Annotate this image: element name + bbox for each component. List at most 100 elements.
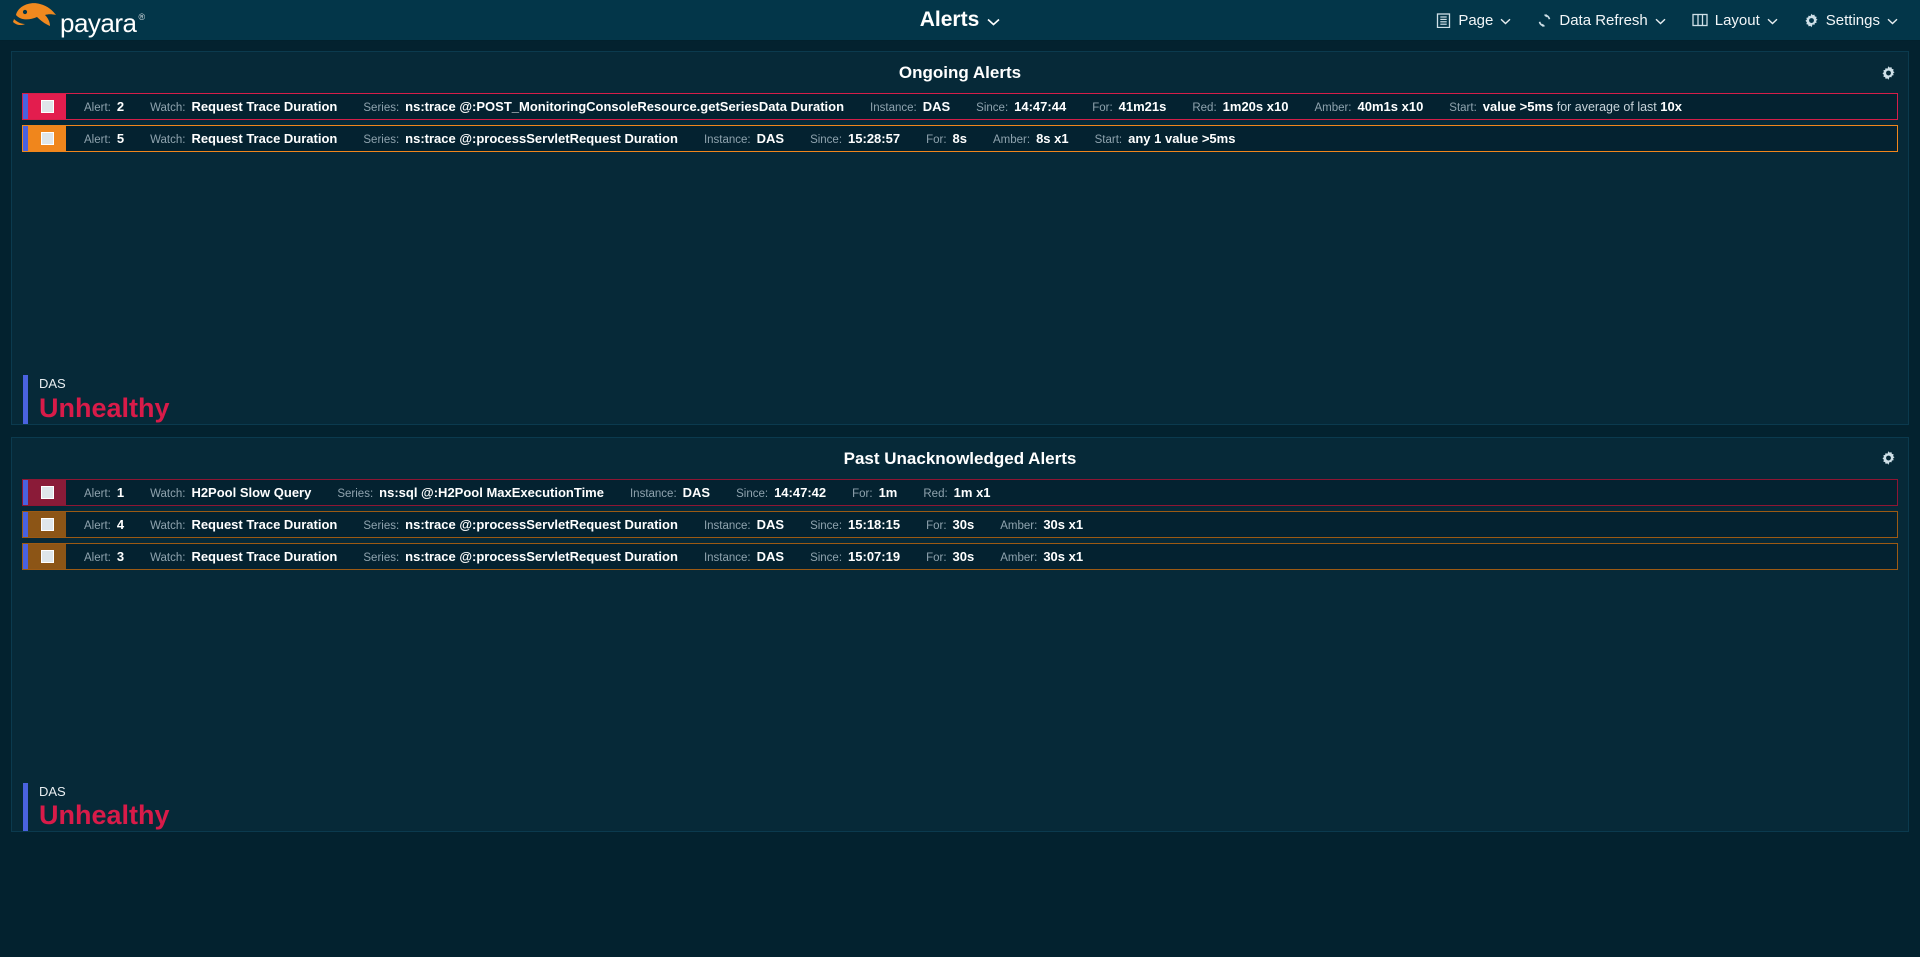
field-label: Watch: [150, 487, 186, 500]
acknowledge-checkbox[interactable] [40, 100, 54, 113]
field-value: 1m20s x10 [1222, 99, 1289, 114]
field-since: Since: 14:47:44 [976, 99, 1066, 114]
field-value: ns:trace @:processServletRequest Duratio… [405, 548, 678, 564]
acknowledge-checkbox[interactable] [40, 132, 54, 145]
field-value: ns:trace @:POST_MonitoringConsoleResourc… [405, 99, 845, 114]
field-instance: Instance: DAS [630, 485, 710, 500]
field-label: Alert: [84, 551, 111, 564]
field-instance: Instance: DAS [704, 131, 784, 146]
field-value: DAS [682, 484, 711, 500]
field-label: Watch: [150, 134, 186, 146]
field-label: Since: [976, 102, 1009, 114]
field-value: 1m x1 [953, 484, 991, 500]
brand-registered-mark: ® [138, 12, 146, 22]
panel-empty-space [22, 157, 1898, 375]
field-red: Red: 1m20s x10 [1192, 99, 1288, 114]
chevron-down-icon [1887, 12, 1898, 29]
field-label: Amber: [1000, 519, 1038, 532]
acknowledge-checkbox[interactable] [40, 485, 54, 499]
row-fields: Alert: 1 Watch: H2Pool Slow Query Series… [66, 480, 1897, 505]
field-alert: Alert: 1 [84, 485, 124, 500]
field-value: 1 [116, 484, 125, 500]
field-amber: Amber: 30s x1 [1000, 517, 1083, 532]
field-label: For: [1092, 102, 1113, 114]
panel-body: Alert: 2 Watch: Request Trace Duration S… [12, 93, 1908, 375]
row-severity-block [28, 479, 66, 505]
brand-logo[interactable]: payara ® [0, 0, 145, 40]
field-label: Watch: [150, 102, 186, 114]
nav-item-page[interactable]: Page [1436, 12, 1511, 29]
chevron-down-icon [987, 8, 1000, 32]
instance-status-past: DAS Unhealthy [23, 782, 1908, 832]
nav-label-data-refresh: Data Refresh [1559, 11, 1648, 29]
field-value: DAS [756, 548, 785, 564]
field-label: Amber: [1000, 551, 1038, 564]
panel-body: Alert: 1 Watch: H2Pool Slow Query Series… [12, 478, 1908, 783]
field-label: Watch: [150, 519, 186, 532]
field-series: Series: ns:trace @:processServletRequest… [363, 549, 678, 564]
field-label: Alert: [84, 102, 111, 114]
page-title-dropdown[interactable]: Alerts [920, 8, 1001, 32]
instance-status-ongoing: DAS Unhealthy [23, 375, 1908, 424]
gear-icon[interactable] [1881, 65, 1896, 80]
table-row[interactable]: Alert: 5 Watch: Request Trace Duration S… [22, 125, 1898, 152]
table-row[interactable]: Alert: 2 Watch: Request Trace Duration S… [22, 93, 1898, 120]
field-start: Start: value >5ms for average of last 10… [1449, 99, 1682, 114]
field-label: Series: [363, 551, 400, 564]
nav-item-data-refresh[interactable]: Data Refresh [1537, 11, 1666, 29]
acknowledge-checkbox[interactable] [40, 549, 54, 563]
field-value: H2Pool Slow Query [191, 484, 312, 500]
field-value-main: value >5ms [1482, 99, 1554, 114]
table-row[interactable]: Alert: 3 Watch: Request Trace Duration S… [22, 542, 1898, 570]
field-value: 30s [952, 548, 975, 564]
field-alert: Alert: 4 [84, 517, 124, 532]
field-label: Instance: [703, 519, 751, 532]
field-value: ns:sql @:H2Pool MaxExecutionTime [379, 484, 604, 500]
field-label: Series: [363, 134, 400, 146]
field-label: Alert: [84, 487, 111, 500]
field-value: 30s x1 [1043, 516, 1084, 532]
field-label: Since: [810, 519, 843, 532]
field-label: Amber: [993, 134, 1031, 146]
field-value: 3 [116, 548, 125, 564]
status-badge: Unhealthy [39, 392, 170, 423]
field-series: Series: ns:sql @:H2Pool MaxExecutionTime [337, 485, 604, 500]
status-accent-bar [23, 375, 28, 424]
field-red: Red: 1m x1 [923, 485, 990, 500]
table-row[interactable]: Alert: 4 Watch: Request Trace Duration S… [22, 510, 1898, 538]
nav-item-settings[interactable]: Settings [1804, 12, 1898, 29]
field-alert: Alert: 2 [84, 99, 124, 114]
field-label: Since: [736, 487, 769, 500]
nav-label-page: Page [1458, 11, 1494, 29]
status-badge: Unhealthy [39, 800, 170, 831]
gear-icon[interactable] [1881, 451, 1896, 466]
field-value: 40m1s x10 [1357, 99, 1424, 114]
field-label: Red: [923, 487, 948, 500]
status-text: DAS Unhealthy [39, 375, 170, 424]
field-series: Series: ns:trace @:processServletRequest… [363, 131, 678, 146]
table-row[interactable]: Alert: 1 Watch: H2Pool Slow Query Series… [22, 478, 1898, 506]
field-label: Instance: [703, 551, 751, 564]
field-for: For: 1m [852, 485, 897, 500]
field-value: 1m [878, 484, 898, 500]
field-value: 2 [116, 99, 125, 114]
status-instance-name: DAS [39, 376, 66, 391]
field-value: 30s [952, 516, 975, 532]
acknowledge-checkbox[interactable] [40, 517, 54, 531]
field-value-suffix-bold: 10x [1660, 99, 1682, 114]
field-value: Request Trace Duration [191, 99, 338, 114]
field-label: For: [926, 519, 947, 532]
field-label: Amber: [1314, 102, 1352, 114]
field-series: Series: ns:trace @:POST_MonitoringConsol… [363, 99, 844, 114]
field-value: ns:trace @:processServletRequest Duratio… [405, 516, 678, 532]
panel-title: Ongoing Alerts [898, 63, 1022, 82]
field-label: Series: [363, 102, 400, 114]
status-instance-name: DAS [39, 783, 66, 799]
page-list-icon [1436, 12, 1451, 28]
panel-ongoing-alerts: Ongoing Alerts Alert: 2 Watch: Request T… [11, 51, 1909, 425]
field-value: 15:28:57 [848, 131, 901, 146]
field-label: Start: [1094, 134, 1123, 146]
refresh-sync-icon [1537, 13, 1552, 28]
row-severity-block [28, 94, 66, 119]
nav-item-layout[interactable]: Layout [1692, 12, 1778, 29]
